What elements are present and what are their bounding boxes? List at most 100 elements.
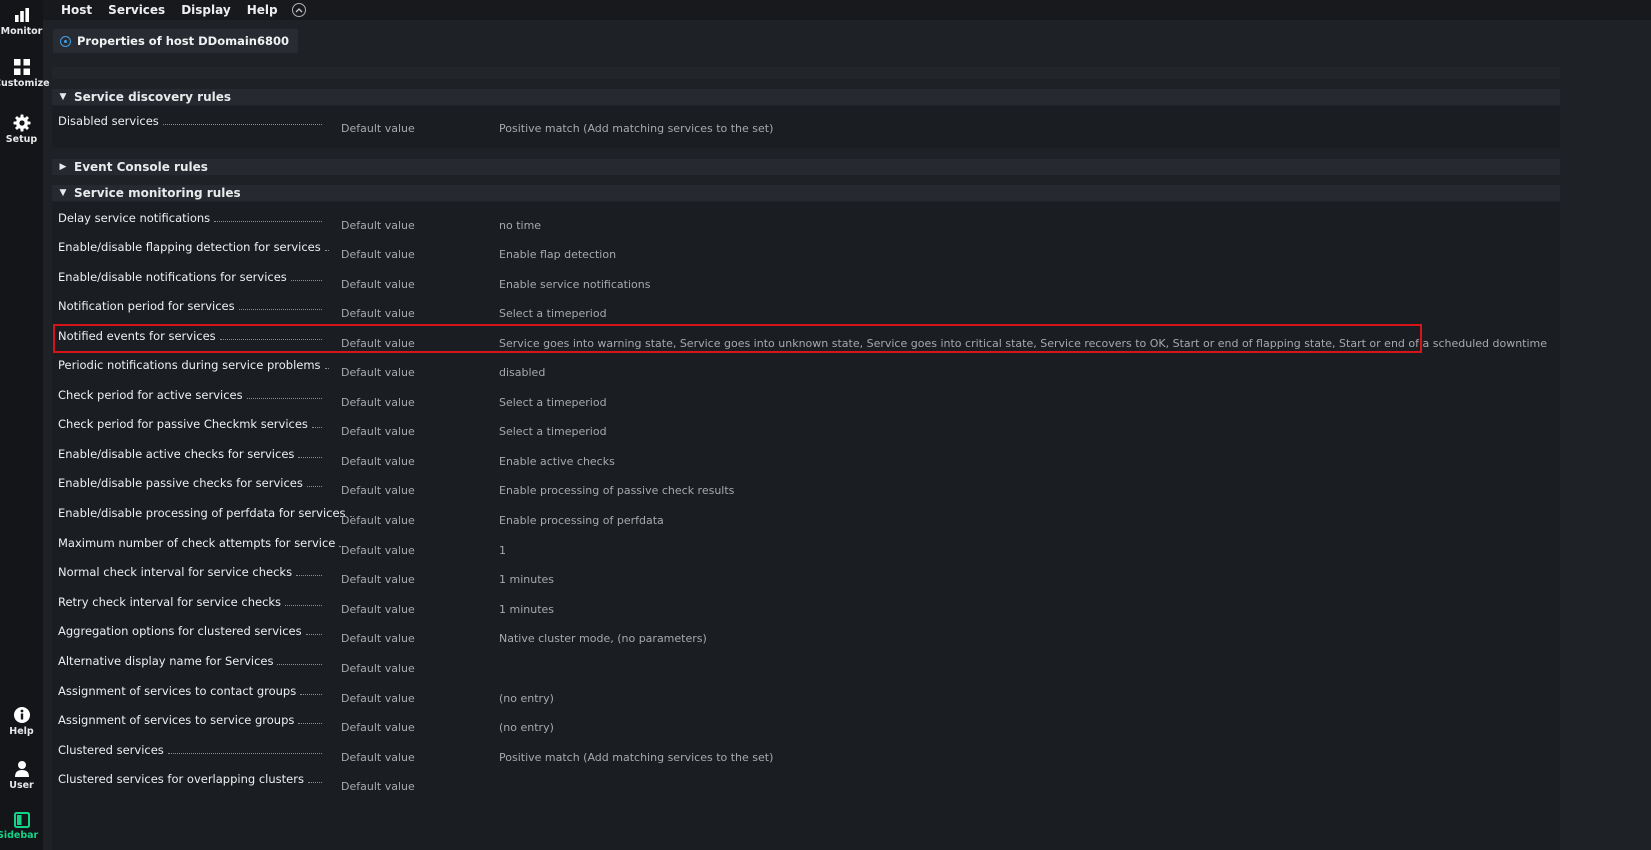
sidebar-item-sidebar[interactable]: Sidebar — [0, 812, 43, 841]
rule-link[interactable]: Check period for passive Checkmk service… — [58, 417, 322, 431]
table-row: Aggregation options for clustered servic… — [52, 623, 1560, 652]
rule-link[interactable]: Assignment of services to service groups — [58, 713, 322, 727]
sidebar-item-user[interactable]: User — [0, 760, 43, 791]
sidebar-item-label: Setup — [5, 134, 38, 145]
rule-link[interactable]: Check period for active services — [58, 388, 322, 402]
section-header-event-console[interactable]: ▶ Event Console rules — [52, 159, 1560, 175]
rule-value: Enable active checks — [499, 455, 615, 468]
value-source: Default value — [341, 662, 415, 675]
divider — [52, 67, 1560, 79]
rule-link[interactable]: Clustered services for overlapping clust… — [58, 772, 322, 786]
top-menubar: Host Services Display Help — [43, 0, 1651, 20]
menu-host[interactable]: Host — [43, 3, 100, 17]
rule-value: (no entry) — [499, 721, 554, 734]
rule-link[interactable]: Enable/disable notifications for service… — [58, 270, 322, 284]
sidebar-item-monitor[interactable]: Monitor — [0, 6, 43, 37]
rule-link[interactable]: Clustered services — [58, 743, 322, 757]
table-row: Maximum number of check attempts for ser… — [52, 535, 1560, 564]
sidebar-item-label: Monitor — [0, 26, 43, 37]
table-row: Clustered services for overlapping clust… — [52, 771, 1560, 800]
value-source: Default value — [341, 122, 415, 135]
section-title: Event Console rules — [74, 160, 208, 174]
rule-value: 1 minutes — [499, 573, 555, 586]
rule-value: Enable flap detection — [499, 248, 617, 261]
chevron-down-icon: ▼ — [59, 92, 67, 102]
value-source: Default value — [341, 219, 415, 232]
rule-link[interactable]: Retry check interval for service checks — [58, 595, 322, 609]
table-row: Assignment of services to contact groups… — [52, 683, 1560, 712]
value-source: Default value — [341, 721, 415, 734]
table-row: Disabled services Default value Positive… — [52, 113, 1560, 142]
table-row: Check period for active services Default … — [52, 387, 1560, 416]
value-source: Default value — [341, 514, 415, 527]
value-source: Default value — [341, 455, 415, 468]
rule-link[interactable]: Disabled services — [58, 114, 322, 128]
menu-help[interactable]: Help — [239, 3, 286, 17]
rule-value: Enable service notifications — [499, 278, 651, 291]
sidebar-item-customize[interactable]: Customize — [0, 58, 50, 89]
rule-value: disabled — [499, 366, 546, 379]
table-row: Alternative display name for Services Def… — [52, 653, 1560, 682]
table-row: Delay service notifications Default value… — [52, 210, 1560, 239]
value-source: Default value — [341, 751, 415, 764]
rule-link[interactable]: Maximum number of check attempts for ser… — [58, 536, 344, 550]
rule-link[interactable]: Aggregation options for clustered servic… — [58, 624, 322, 638]
collapse-menu-button[interactable] — [291, 3, 306, 17]
rule-link[interactable]: Assignment of services to contact groups — [58, 684, 322, 698]
rule-link[interactable]: Delay service notifications — [58, 211, 322, 225]
app-window: Monitor Customize Setu — [0, 0, 1651, 850]
page-title-text: Properties of host DDomain6800 — [77, 34, 290, 48]
rule-link[interactable]: Enable/disable active checks for service… — [58, 447, 322, 461]
rule-value: Enable processing of perfdata — [499, 514, 664, 527]
table-row: Enable/disable notifications for service… — [52, 269, 1560, 298]
value-source: Default value — [341, 425, 415, 438]
rule-link[interactable]: Enable/disable processing of perfdata fo… — [58, 506, 354, 520]
chevron-right-icon: ▶ — [59, 162, 67, 172]
section-body-monitoring: Delay service notifications Default value… — [52, 202, 1560, 850]
rule-value: (no entry) — [499, 692, 554, 705]
gear-icon — [13, 114, 30, 132]
table-row: Retry check interval for service checks D… — [52, 594, 1560, 623]
page-title: Properties of host DDomain6800 — [53, 29, 299, 53]
rule-value: Select a timeperiod — [499, 396, 607, 409]
rule-link[interactable]: Periodic notifications during service pr… — [58, 358, 329, 372]
rule-link[interactable]: Normal check interval for service checks — [58, 565, 322, 579]
rule-value: Native cluster mode, (no parameters) — [499, 632, 707, 645]
chevron-down-icon: ▼ — [59, 188, 67, 198]
rule-value: Service goes into warning state, Service… — [499, 337, 1548, 350]
value-source: Default value — [341, 484, 415, 497]
table-row: Normal check interval for service checks… — [52, 564, 1560, 593]
sidebar-icon — [13, 812, 30, 828]
sidebar-item-label: Help — [9, 726, 34, 737]
left-sidebar: Monitor Customize Setu — [0, 0, 50, 850]
bar-chart-icon — [14, 8, 29, 22]
sidebar-item-help[interactable]: Help — [0, 706, 43, 737]
sidebar-item-label: Sidebar — [0, 830, 39, 841]
section-title: Service monitoring rules — [74, 186, 241, 200]
menu-services[interactable]: Services — [100, 3, 173, 17]
menu-display[interactable]: Display — [173, 3, 238, 17]
rule-value: Enable processing of passive check resul… — [499, 484, 735, 497]
table-row: Notified events for services Default valu… — [52, 328, 1560, 357]
rule-value: Select a timeperiod — [499, 307, 607, 320]
rule-link[interactable]: Notification period for services — [58, 299, 322, 313]
sidebar-item-setup[interactable]: Setup — [0, 114, 43, 145]
sidebar-item-label: User — [9, 780, 34, 791]
rule-link[interactable]: Enable/disable passive checks for servic… — [58, 476, 322, 490]
value-source: Default value — [341, 632, 415, 645]
rule-link[interactable]: Notified events for services — [58, 329, 322, 343]
sidebar-item-label: Customize — [0, 78, 50, 89]
user-icon — [14, 761, 29, 777]
table-row: Notification period for services Default … — [52, 298, 1560, 327]
value-source: Default value — [341, 692, 415, 705]
section-header-monitoring[interactable]: ▼ Service monitoring rules — [52, 185, 1560, 201]
rule-link[interactable]: Enable/disable flapping detection for se… — [58, 240, 329, 254]
table-row: Enable/disable passive checks for servic… — [52, 475, 1560, 504]
rule-link[interactable]: Alternative display name for Services — [58, 654, 322, 668]
table-row: Clustered services Default value Positive … — [52, 742, 1560, 771]
table-row: Enable/disable flapping detection for se… — [52, 239, 1560, 268]
rule-value: Positive match (Add matching services to… — [499, 122, 774, 135]
info-icon — [60, 35, 71, 47]
value-source: Default value — [341, 603, 415, 616]
section-header-discovery[interactable]: ▼ Service discovery rules — [52, 89, 1560, 105]
